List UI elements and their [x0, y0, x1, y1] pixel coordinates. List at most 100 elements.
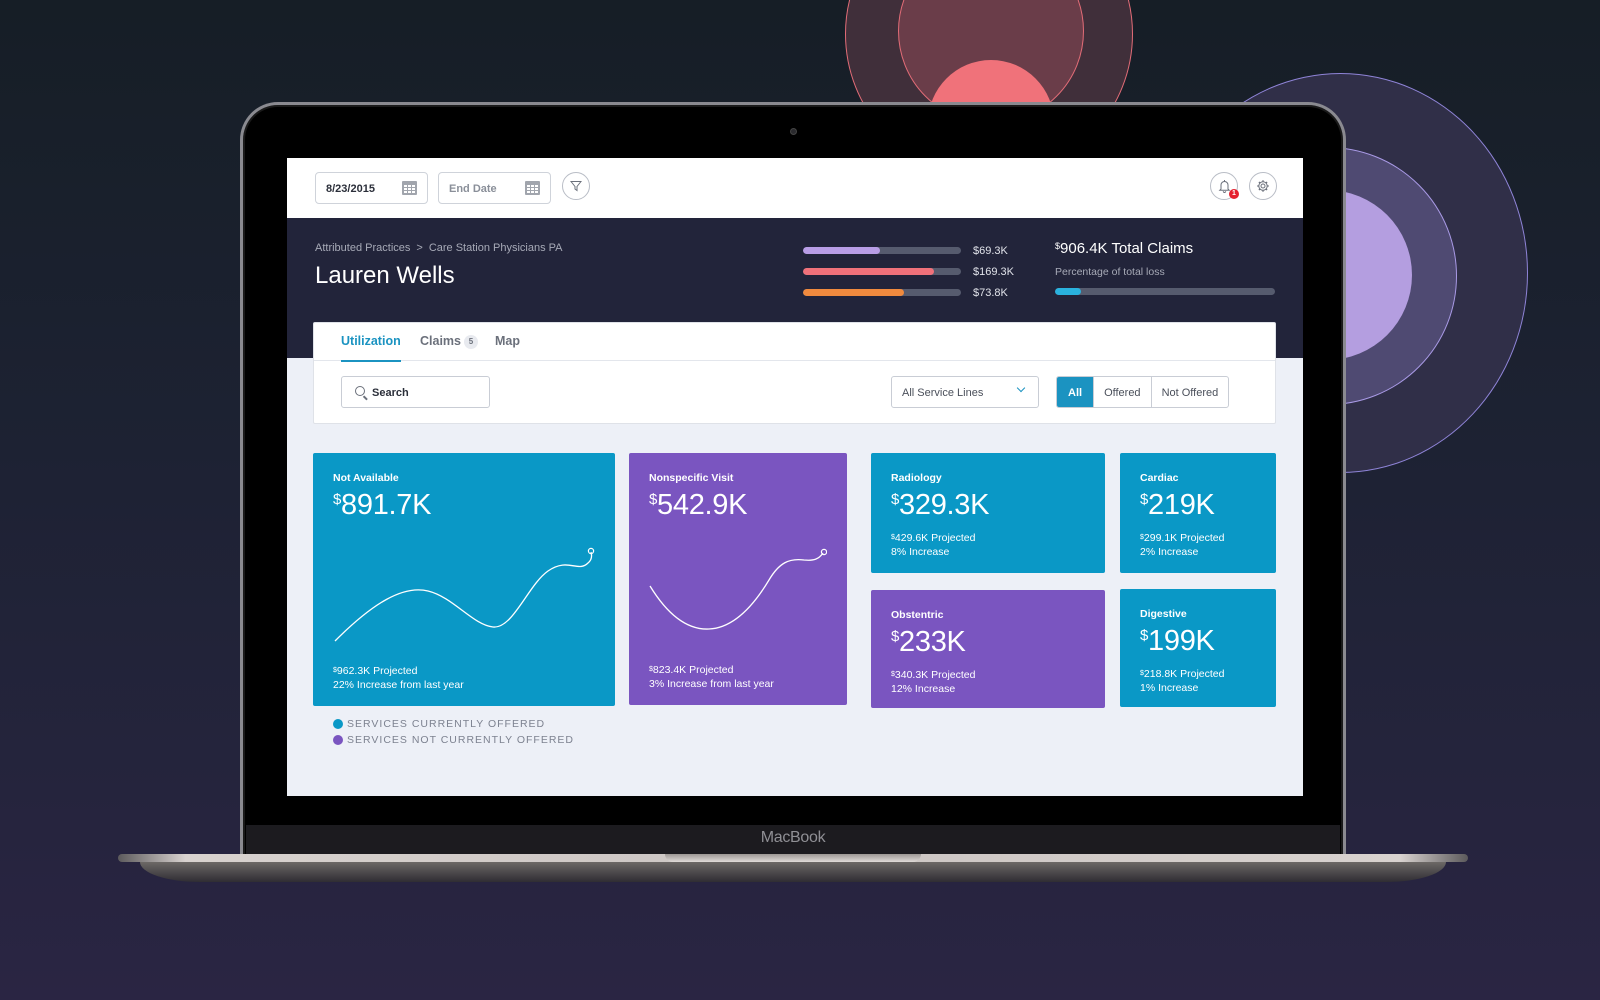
bar-value: $69.3K — [973, 244, 1008, 257]
segment-not-offered[interactable]: Not Offered — [1152, 377, 1229, 407]
gear-icon — [1257, 180, 1269, 192]
projected-text: 218.8K Projected — [1143, 668, 1225, 680]
service-card-obstentric[interactable]: Obstentric $233K $340.3K Projected 12% I… — [871, 590, 1105, 708]
projected-text: 299.1K Projected — [1143, 532, 1225, 544]
card-projected: $962.3K Projected — [333, 664, 464, 678]
page-title: Lauren Wells — [315, 262, 455, 289]
card-amount: 891.7K — [341, 489, 432, 521]
breadcrumb-item[interactable]: Care Station Physicians PA — [429, 242, 563, 254]
card-projected: $218.8K Projected — [1140, 667, 1256, 681]
card-amount: 199K — [1148, 625, 1215, 657]
segment-all[interactable]: All — [1057, 377, 1095, 407]
end-date-field[interactable]: End Date — [438, 172, 551, 204]
total-claims: $906.4K Total Claims Percentage of total… — [1055, 240, 1275, 295]
start-date-field[interactable]: 8/23/2015 — [315, 172, 428, 204]
currency-symbol: $ — [1055, 241, 1061, 251]
bar-value: $169.3K — [973, 265, 1014, 278]
legend-label: SERVICES NOT CURRENTLY OFFERED — [347, 734, 575, 746]
card-value: $219K — [1140, 489, 1256, 522]
chevron-down-icon — [1016, 383, 1026, 393]
claims-breakdown-bars: $69.3K $169.3K $73.8K — [803, 240, 1014, 303]
laptop-hinge-notch — [665, 854, 921, 862]
service-card-cardiac[interactable]: Cardiac $219K $299.1K Projected 2% Incre… — [1120, 453, 1276, 573]
tab-bar: Utilization Claims 5 Map — [314, 323, 1275, 362]
offering-filter-segmented: All Offered Not Offered — [1056, 376, 1230, 408]
bar-track — [803, 247, 961, 254]
card-amount: 233K — [899, 626, 966, 658]
breadcrumb-item[interactable]: Attributed Practices — [315, 242, 410, 254]
bar-track — [803, 268, 961, 275]
tab-utilization[interactable]: Utilization — [341, 334, 401, 362]
currency-symbol: $ — [1140, 627, 1149, 644]
legend-label: SERVICES CURRENTLY OFFERED — [347, 718, 546, 730]
card-projected: $299.1K Projected — [1140, 531, 1256, 545]
card-amount: 329.3K — [899, 489, 990, 521]
bar-fill — [803, 268, 935, 275]
breadcrumb-separator: > — [416, 242, 423, 254]
card-title: Not Available — [333, 472, 399, 484]
camera-icon — [790, 128, 797, 135]
bar-row: $73.8K — [803, 282, 1014, 303]
filter-button[interactable] — [562, 172, 590, 200]
top-bar: 8/23/2015 End Date 1 — [287, 158, 1303, 218]
card-change: 12% Increase — [891, 683, 956, 695]
projected-text: 823.4K Projected — [652, 664, 734, 676]
card-change: 2% Increase — [1140, 546, 1199, 558]
laptop-base-shadow — [140, 862, 1446, 882]
laptop-chin: MacBook — [246, 825, 1340, 855]
tab-label: Claims — [420, 334, 461, 348]
total-loss-progress — [1055, 288, 1275, 295]
card-projected: $429.6K Projected — [891, 531, 1085, 545]
card-change: 8% Increase — [891, 546, 950, 558]
service-card-nonspecific-visit[interactable]: Nonspecific Visit $542.9K $823.4K Projec… — [629, 453, 847, 705]
notifications-button[interactable]: 1 — [1210, 172, 1239, 200]
filter-icon — [570, 181, 582, 192]
tab-map[interactable]: Map — [495, 334, 520, 348]
card-footer: $429.6K Projected 8% Increase — [891, 531, 1085, 559]
card-title: Cardiac — [1140, 472, 1179, 484]
settings-button[interactable] — [1249, 172, 1277, 200]
bar-value: $73.8K — [973, 286, 1008, 299]
search-input[interactable]: Search — [341, 376, 490, 408]
currency-symbol: $ — [649, 491, 658, 508]
currency-symbol: $ — [1140, 491, 1149, 508]
bar-row: $69.3K — [803, 240, 1014, 261]
total-loss-fill — [1055, 288, 1082, 295]
trend-sparkline — [334, 547, 595, 642]
bar-fill — [803, 289, 905, 296]
legend-swatch — [333, 719, 343, 729]
calendar-icon[interactable] — [525, 181, 540, 195]
card-footer: $299.1K Projected 2% Increase — [1140, 531, 1256, 559]
tab-label: Utilization — [341, 334, 401, 348]
service-card-not-available[interactable]: Not Available $891.7K $962.3K Projected … — [313, 453, 615, 706]
card-value: $891.7K — [333, 489, 595, 522]
bar-track — [803, 289, 961, 296]
bar-row: $169.3K — [803, 261, 1014, 282]
device-label: MacBook — [760, 829, 826, 846]
card-projected: $823.4K Projected — [649, 663, 774, 677]
card-change: 22% Increase from last year — [333, 679, 464, 691]
service-card-radiology[interactable]: Radiology $329.3K $429.6K Projected 8% I… — [871, 453, 1105, 573]
content-panel: Utilization Claims 5 Map Search All Servi… — [313, 322, 1276, 424]
service-lines-dropdown[interactable]: All Service Lines — [891, 376, 1039, 408]
card-value: $199K — [1140, 625, 1256, 658]
total-claims-title: $906.4K Total Claims — [1055, 240, 1275, 257]
search-placeholder: Search — [372, 387, 409, 399]
bar-fill — [803, 247, 881, 254]
card-value: $542.9K — [649, 489, 827, 522]
total-claims-subtitle: Percentage of total loss — [1055, 266, 1165, 278]
segment-offered[interactable]: Offered — [1094, 377, 1152, 407]
card-title: Radiology — [891, 472, 942, 484]
calendar-icon[interactable] — [402, 181, 417, 195]
search-icon — [355, 386, 365, 396]
card-footer: $823.4K Projected 3% Increase from last … — [649, 663, 774, 691]
service-card-digestive[interactable]: Digestive $199K $218.8K Projected 1% Inc… — [1120, 589, 1276, 707]
card-value: $329.3K — [891, 489, 1085, 522]
trend-sparkline — [649, 548, 827, 630]
card-footer: $218.8K Projected 1% Increase — [1140, 667, 1256, 695]
end-date-placeholder: End Date — [449, 183, 497, 195]
tab-claims[interactable]: Claims 5 — [420, 334, 478, 349]
service-lines-selected: All Service Lines — [902, 387, 984, 399]
app-screen: 8/23/2015 End Date 1 Attributed Practice… — [287, 158, 1303, 796]
card-title: Nonspecific Visit — [649, 472, 734, 484]
